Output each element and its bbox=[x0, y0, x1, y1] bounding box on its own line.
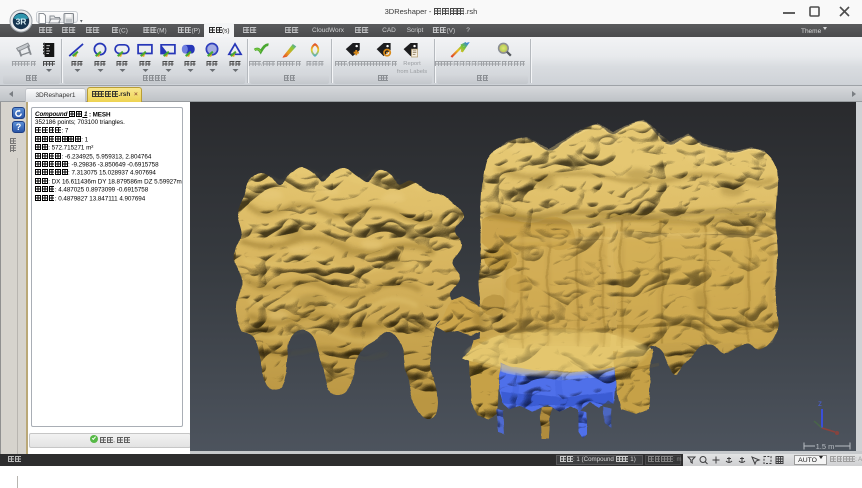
svg-text:z: z bbox=[818, 399, 822, 408]
svg-text:1.5 m: 1.5 m bbox=[816, 442, 835, 451]
svg-text:3R: 3R bbox=[16, 17, 27, 27]
